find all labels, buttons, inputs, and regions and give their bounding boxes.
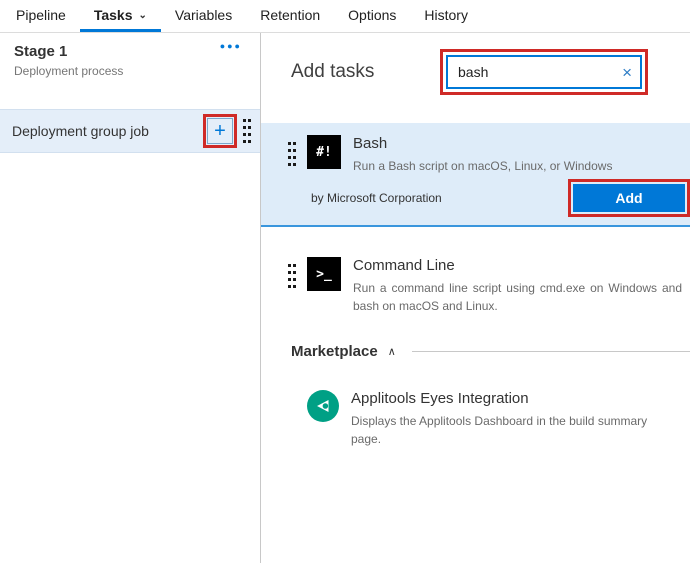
stage-card[interactable]: Stage 1 Deployment process ●●● xyxy=(0,33,260,91)
chevron-down-icon: ⌄ xyxy=(139,10,147,21)
clear-search-icon[interactable]: × xyxy=(622,64,632,81)
tab-history[interactable]: History xyxy=(410,0,482,32)
task-search-box: × xyxy=(446,55,642,89)
drag-handle-icon[interactable] xyxy=(287,140,297,168)
task-title: Bash xyxy=(353,135,682,152)
tab-tasks-label: Tasks xyxy=(94,7,133,23)
add-tasks-header: Add tasks × xyxy=(261,33,690,95)
tab-pipeline[interactable]: Pipeline xyxy=(2,0,80,32)
annotation-box-add-task: + xyxy=(203,114,237,148)
task-card-command-line[interactable]: >_ Command Line Run a command line scrip… xyxy=(261,245,690,315)
marketplace-item-description: Displays the Applitools Dashboard in the… xyxy=(351,412,666,448)
tab-options[interactable]: Options xyxy=(334,0,410,32)
marketplace-item-title: Applitools Eyes Integration xyxy=(351,390,666,407)
marketplace-label: Marketplace xyxy=(291,343,378,360)
task-search-results: #! Bash Run a Bash script on macOS, Linu… xyxy=(261,123,690,448)
pipeline-top-nav: Pipeline Tasks ⌄ Variables Retention Opt… xyxy=(0,0,690,33)
stage-more-menu-icon[interactable]: ●●● xyxy=(220,41,242,51)
task-text: Command Line Run a command line script u… xyxy=(353,257,690,315)
tab-tasks[interactable]: Tasks ⌄ xyxy=(80,0,161,32)
annotation-box-search: × xyxy=(440,49,648,95)
stage-subtitle: Deployment process xyxy=(14,64,246,78)
task-title: Command Line xyxy=(353,257,682,274)
drag-handle-icon[interactable] xyxy=(242,117,252,145)
tab-retention[interactable]: Retention xyxy=(246,0,334,32)
release-pipeline-window: Pipeline Tasks ⌄ Variables Retention Opt… xyxy=(0,0,690,564)
task-search-input[interactable] xyxy=(456,63,616,81)
task-card-bash[interactable]: #! Bash Run a Bash script on macOS, Linu… xyxy=(261,123,690,227)
marketplace-item-text: Applitools Eyes Integration Displays the… xyxy=(351,390,674,448)
applitools-logo-icon xyxy=(307,390,339,422)
stages-sidebar: Stage 1 Deployment process ●●● Deploymen… xyxy=(0,33,261,563)
add-task-to-job-button[interactable]: + xyxy=(207,118,233,144)
drag-handle-icon[interactable] xyxy=(287,262,297,290)
job-label: Deployment group job xyxy=(12,123,203,139)
task-description: Run a Bash script on macOS, Linux, or Wi… xyxy=(353,157,682,175)
task-card-command-line-top: >_ Command Line Run a command line scrip… xyxy=(261,257,690,315)
pipeline-content: Stage 1 Deployment process ●●● Deploymen… xyxy=(0,33,690,563)
marketplace-item-applitools[interactable]: Applitools Eyes Integration Displays the… xyxy=(307,390,674,448)
task-description: Run a command line script using cmd.exe … xyxy=(353,279,682,315)
command-line-task-icon: >_ xyxy=(307,257,341,291)
task-card-bash-footer: by Microsoft Corporation Add xyxy=(261,175,690,225)
deployment-group-job-row[interactable]: Deployment group job + xyxy=(0,109,260,153)
section-divider xyxy=(412,351,690,352)
tab-variables[interactable]: Variables xyxy=(161,0,246,32)
stage-title: Stage 1 xyxy=(14,43,246,60)
task-card-bash-top: #! Bash Run a Bash script on macOS, Linu… xyxy=(261,135,690,175)
add-tasks-panel: Add tasks × xyxy=(261,33,690,563)
task-text: Bash Run a Bash script on macOS, Linux, … xyxy=(353,135,690,175)
panel-title: Add tasks xyxy=(291,61,374,83)
marketplace-section-header[interactable]: Marketplace ∧ xyxy=(291,343,690,360)
add-bash-task-button[interactable]: Add xyxy=(573,184,685,212)
task-publisher: by Microsoft Corporation xyxy=(311,191,442,205)
chevron-up-icon: ∧ xyxy=(388,345,396,358)
bash-task-icon: #! xyxy=(307,135,341,169)
annotation-box-add-button: Add xyxy=(568,179,690,217)
